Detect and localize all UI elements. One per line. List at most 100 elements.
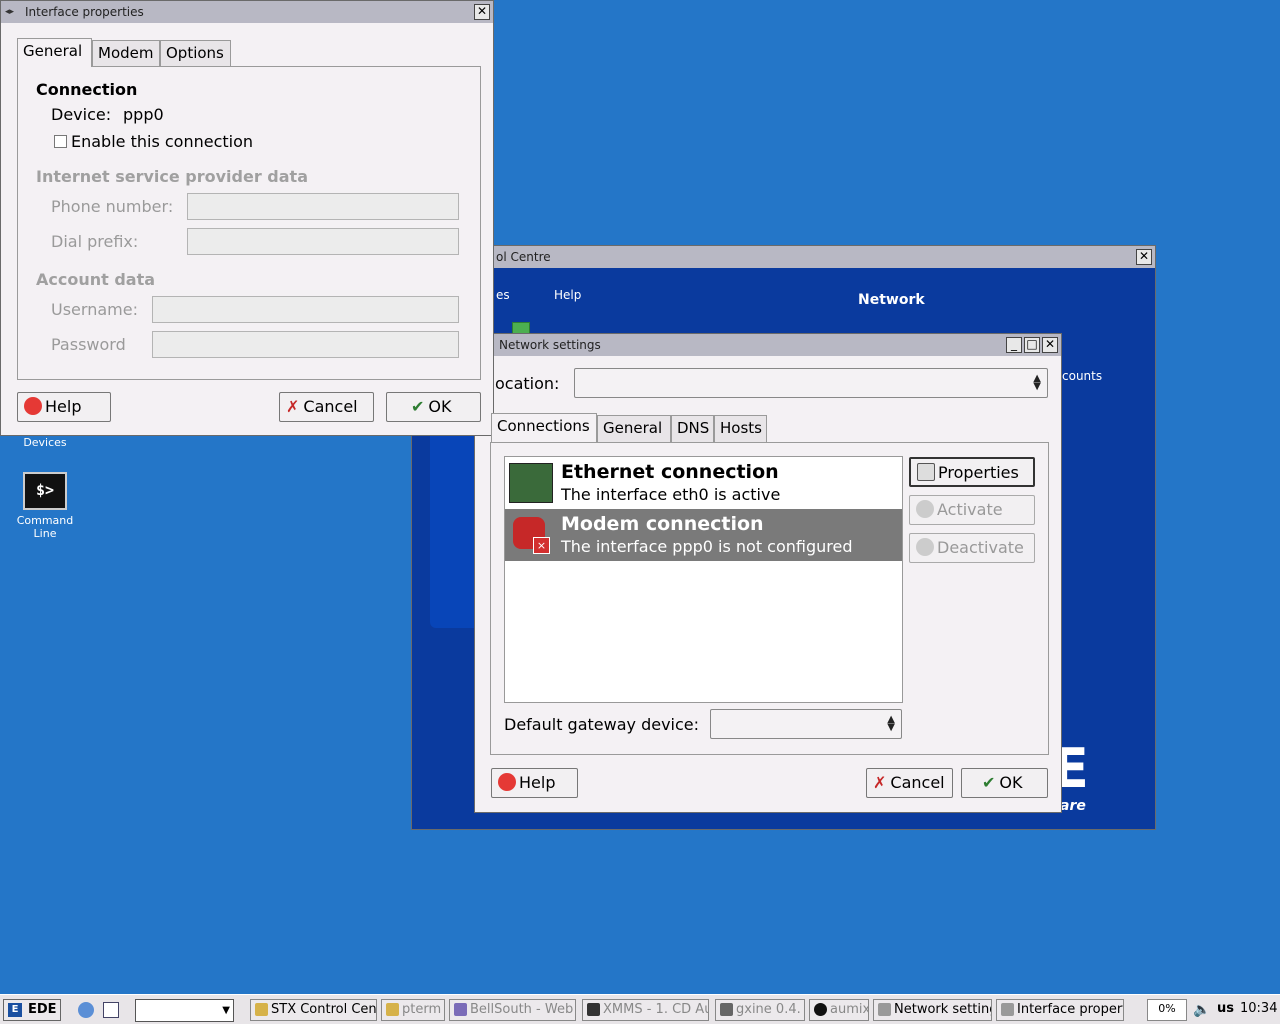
enable-connection-checkbox[interactable] bbox=[54, 135, 67, 148]
task-bellsouth-web[interactable]: BellSouth - Web bbox=[449, 999, 576, 1021]
network-cancel-button[interactable]: ✗ Cancel bbox=[866, 768, 953, 798]
ethernet-card-icon bbox=[509, 463, 553, 503]
deactivate-icon bbox=[916, 538, 934, 556]
connection-item-modem[interactable]: × Modem connection The interface ppp0 is… bbox=[505, 509, 902, 561]
tab-modem[interactable]: Modem bbox=[92, 40, 160, 67]
task-xmms[interactable]: XMMS - 1. CD Au bbox=[582, 999, 709, 1021]
properties-button[interactable]: Properties bbox=[909, 457, 1035, 487]
task-icon bbox=[878, 1003, 891, 1016]
control-centre-menu-help[interactable]: Help bbox=[554, 288, 581, 302]
password-field[interactable] bbox=[152, 331, 459, 358]
browser-launcher-icon[interactable] bbox=[78, 1002, 94, 1018]
location-label: ocation: bbox=[495, 374, 560, 393]
tab-general[interactable]: General bbox=[597, 415, 671, 442]
phone-number-field[interactable] bbox=[187, 193, 459, 220]
terminal-launcher-icon[interactable] bbox=[103, 1002, 119, 1018]
task-stx-control-centre[interactable]: STX Control Cent bbox=[250, 999, 377, 1021]
clock[interactable]: 10:34 bbox=[1240, 1001, 1277, 1016]
task-icon bbox=[255, 1003, 268, 1016]
ok-label: OK bbox=[428, 397, 452, 416]
tab-general[interactable]: General bbox=[17, 38, 92, 67]
connection-name: Ethernet connection bbox=[561, 461, 779, 483]
task-network-settings[interactable]: Network setting bbox=[873, 999, 992, 1021]
tab-hosts[interactable]: Hosts bbox=[714, 415, 767, 442]
device-label: Device: bbox=[51, 105, 112, 124]
tab-options[interactable]: Options bbox=[160, 40, 231, 67]
terminal-icon: $> bbox=[23, 472, 67, 510]
devices-desktop-icon[interactable]: Devices bbox=[10, 436, 80, 449]
interface-help-button[interactable]: Help bbox=[17, 392, 111, 422]
connection-item-ethernet[interactable]: Ethernet connection The interface eth0 i… bbox=[505, 457, 902, 509]
task-label: aumix bbox=[830, 1002, 869, 1017]
cancel-x-icon: ✗ bbox=[873, 773, 887, 792]
dropdown-arrow-icon: ▼ bbox=[222, 1005, 230, 1016]
ok-label: OK bbox=[999, 773, 1023, 792]
account-heading: Account data bbox=[36, 270, 156, 289]
activate-icon bbox=[916, 500, 934, 518]
connections-panel: Ethernet connection The interface eth0 i… bbox=[490, 442, 1049, 755]
network-help-button[interactable]: Help bbox=[491, 768, 578, 798]
enable-connection-label[interactable]: Enable this connection bbox=[71, 132, 253, 151]
activate-button[interactable]: Activate bbox=[909, 495, 1035, 525]
cpu-value: 0% bbox=[1158, 1002, 1176, 1015]
tab-connections[interactable]: Connections bbox=[491, 413, 597, 442]
properties-label: Properties bbox=[938, 463, 1019, 482]
connection-status: The interface ppp0 is not configured bbox=[561, 537, 853, 556]
command-line-desktop-icon[interactable]: $> Command Line bbox=[10, 472, 80, 540]
dial-prefix-label: Dial prefix: bbox=[51, 232, 139, 251]
task-interface-properties[interactable]: Interface propert bbox=[996, 999, 1124, 1021]
window-menu-icon[interactable]: ◂▸ bbox=[5, 6, 17, 18]
task-pterm[interactable]: pterm bbox=[381, 999, 445, 1021]
connection-heading: Connection bbox=[36, 80, 138, 99]
task-icon bbox=[1001, 1003, 1014, 1016]
keyboard-layout[interactable]: us bbox=[1217, 1001, 1234, 1016]
interface-cancel-button[interactable]: ✗ Cancel bbox=[279, 392, 374, 422]
devices-label: Devices bbox=[23, 436, 67, 449]
cancel-label: Cancel bbox=[303, 397, 358, 416]
dial-prefix-field[interactable] bbox=[187, 228, 459, 255]
connection-name: Modem connection bbox=[561, 513, 764, 535]
network-ok-button[interactable]: ✔ OK bbox=[961, 768, 1048, 798]
username-label: Username: bbox=[51, 300, 138, 319]
gateway-combo[interactable]: ▲ ▼ bbox=[710, 709, 902, 739]
interface-ok-button[interactable]: ✔ OK bbox=[386, 392, 481, 422]
deactivate-button[interactable]: Deactivate bbox=[909, 533, 1035, 563]
task-label: BellSouth - Web bbox=[470, 1002, 574, 1017]
interface-properties-titlebar[interactable]: ◂▸ Interface properties bbox=[1, 1, 493, 23]
task-icon bbox=[814, 1003, 827, 1016]
network-settings-window: Network settings _ □ ✕ ocation: ▲ ▼ Conne… bbox=[474, 333, 1062, 813]
task-label: XMMS - 1. CD Au bbox=[603, 1002, 709, 1017]
control-centre-accounts-text: counts bbox=[1062, 369, 1103, 383]
interface-properties-close-button[interactable]: ✕ bbox=[474, 4, 490, 20]
control-centre-menu-partial[interactable]: es bbox=[496, 288, 510, 302]
task-icon bbox=[720, 1003, 733, 1016]
workspace-selector[interactable]: ▼ bbox=[135, 999, 234, 1022]
phone-label: Phone number: bbox=[51, 197, 174, 216]
connections-list[interactable]: Ethernet connection The interface eth0 i… bbox=[504, 456, 903, 703]
isp-heading: Internet service provider data bbox=[36, 167, 308, 186]
lifebuoy-icon bbox=[24, 397, 42, 415]
general-panel: Connection Device: ppp0 Enable this conn… bbox=[17, 66, 481, 380]
start-button[interactable]: E EDE bbox=[3, 999, 61, 1021]
task-gxine[interactable]: gxine 0.4. bbox=[715, 999, 805, 1021]
ok-check-icon: ✔ bbox=[982, 773, 996, 792]
control-centre-close-button[interactable]: ✕ bbox=[1136, 249, 1152, 265]
ok-check-icon: ✔ bbox=[411, 397, 425, 416]
minimize-button[interactable]: _ bbox=[1006, 337, 1022, 353]
control-centre-titlebar[interactable]: ol Centre bbox=[412, 246, 1155, 268]
combo-arrows-icon: ▲ ▼ bbox=[1033, 373, 1041, 392]
network-settings-close-button[interactable]: ✕ bbox=[1042, 337, 1058, 353]
task-icon bbox=[454, 1003, 467, 1016]
maximize-button[interactable]: □ bbox=[1024, 337, 1040, 353]
username-field[interactable] bbox=[152, 296, 459, 323]
help-label: Help bbox=[519, 773, 556, 792]
volume-icon[interactable]: 🔈 bbox=[1193, 1002, 1210, 1018]
desktop: { "desktop": { "devices_label": "Devices… bbox=[0, 0, 1280, 1024]
network-settings-titlebar[interactable]: Network settings bbox=[475, 334, 1061, 356]
task-aumix[interactable]: aumix bbox=[809, 999, 869, 1021]
connection-status: The interface eth0 is active bbox=[561, 485, 781, 504]
task-label: STX Control Cent bbox=[271, 1002, 377, 1017]
tab-dns[interactable]: DNS bbox=[671, 415, 714, 442]
interface-properties-window: ◂▸ Interface properties ✕ General Modem … bbox=[0, 0, 494, 436]
location-combo[interactable]: ▲ ▼ bbox=[574, 368, 1048, 398]
